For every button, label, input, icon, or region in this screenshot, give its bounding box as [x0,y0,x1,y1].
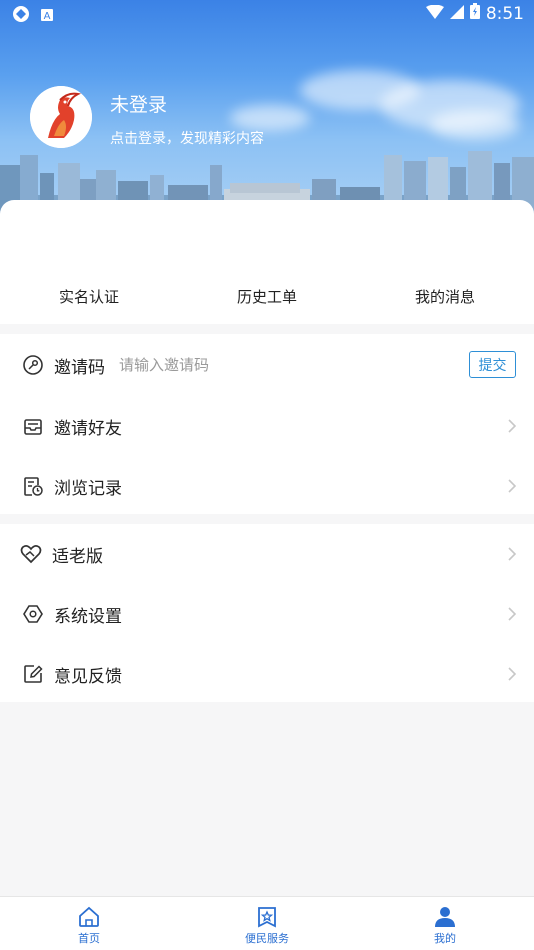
signal-icon [449,4,464,24]
chevron-right-icon [508,607,517,621]
app-notification-icon [12,5,30,27]
user-name[interactable]: 未登录 [110,90,167,117]
login-prompt[interactable]: 点击登录，发现精彩内容 [110,128,264,148]
menu-item-browse-history[interactable]: 浏览记录 [0,456,534,516]
edit-icon [24,665,43,683]
menu-item-label: 意见反馈 [54,666,122,687]
submit-button[interactable]: 提交 [469,351,516,378]
clock: 8:51 [485,3,524,24]
menu-item-label: 系统设置 [54,606,122,627]
settings-hexagon-icon [23,605,43,623]
battery-icon [469,3,480,24]
history-document-icon [24,477,43,496]
avatar[interactable] [30,86,92,148]
menu-section-1: 邀请码 提交 邀请好友 浏览记录 [0,334,534,514]
menu-item-label: 适老版 [52,546,103,567]
chevron-right-icon [508,479,517,493]
status-bar: A 8:51 [0,0,534,28]
heart-hands-icon [20,545,42,564]
keyboard-notification-icon: A [40,7,54,26]
bottom-navigation: 首页 便民服务 我的 [0,896,534,950]
svg-text:A: A [44,11,51,22]
invite-code-label: 邀请码 [54,357,105,378]
nav-label: 便民服务 [245,932,289,945]
inbox-icon [24,419,42,435]
menu-item-label: 浏览记录 [54,478,122,499]
nav-label: 首页 [78,932,100,945]
service-star-icon [258,907,276,928]
chevron-right-icon [508,419,517,433]
menu-item-invite-friends[interactable]: 邀请好友 [0,396,534,456]
menu-item-feedback[interactable]: 意见反馈 [0,644,534,704]
chevron-right-icon [508,667,517,681]
nav-tab-mine[interactable]: 我的 [356,897,534,950]
nav-label: 我的 [434,932,456,945]
menu-section-2: 适老版 系统设置 意见反馈 [0,524,534,702]
home-icon [79,906,99,927]
menu-item-system-settings[interactable]: 系统设置 [0,584,534,644]
nav-tab-home[interactable]: 首页 [0,897,178,950]
menu-item-label: 邀请好友 [54,418,122,439]
key-icon [23,355,43,375]
quick-action-history-orders[interactable]: 历史工单 [178,286,356,307]
invite-code-row: 邀请码 提交 [0,334,534,396]
quick-action-real-name[interactable]: 实名认证 [0,286,178,307]
profile-header: A 8:51 未登录 点击登录，发现精彩内容 [0,0,534,215]
chevron-right-icon [508,547,517,561]
nav-tab-services[interactable]: 便民服务 [178,897,356,950]
invite-code-input[interactable] [119,356,419,374]
quick-actions: 实名认证 历史工单 我的消息 [0,286,534,307]
quick-action-my-messages[interactable]: 我的消息 [356,286,534,307]
menu-item-elderly-mode[interactable]: 适老版 [0,524,534,584]
user-icon [435,907,455,927]
wifi-icon [425,4,444,24]
